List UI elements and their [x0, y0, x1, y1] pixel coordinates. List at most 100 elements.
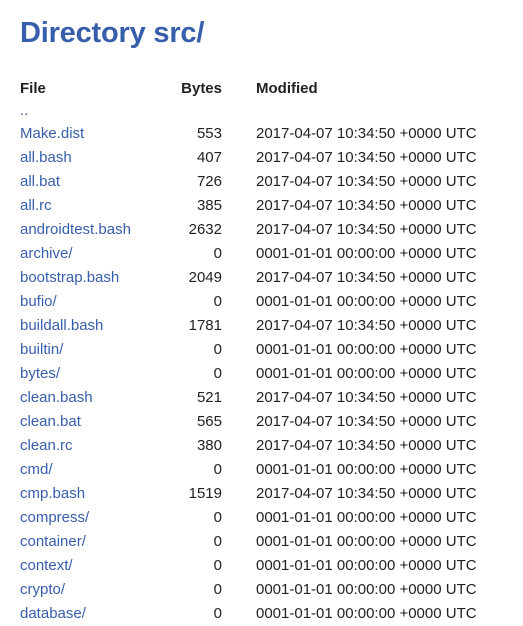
parent-cell: ..	[20, 100, 165, 122]
table-row: bootstrap.bash 2049 2017-04-07 10:34:50 +0…	[20, 266, 506, 290]
modified-time-cell: 2017-04-07 10:34:50 +0000 UTC	[256, 149, 477, 166]
spacer-cell	[222, 458, 256, 482]
page-title: Directory src/	[20, 17, 205, 49]
table-row: container/0 0001-01-01 00:00:00 +0000 UTC	[20, 530, 506, 554]
column-header-bytes: Bytes	[181, 80, 222, 97]
file-size-cell: 521	[196, 389, 222, 406]
file-link[interactable]: androidtest.bash	[20, 221, 131, 238]
table-row: all.bash 407 2017-04-07 10:34:50 +0000 UTC	[20, 146, 506, 170]
modified-time-cell: 0001-01-01 00:00:00 +0000 UTC	[256, 581, 477, 598]
file-link[interactable]: bootstrap.bash	[20, 269, 119, 286]
file-name-cell: all.bat	[20, 170, 165, 194]
modified-time-cell: 0001-01-01 00:00:00 +0000 UTC	[256, 365, 477, 382]
spacer-cell	[222, 506, 256, 530]
modified-time-cell: 2017-04-07 10:34:50 +0000 UTC	[256, 317, 477, 334]
file-name-cell: compress/	[20, 506, 165, 530]
spacer-cell	[222, 290, 256, 314]
file-name-cell: bufio/	[20, 290, 165, 314]
file-name-cell: cmp.bash	[20, 482, 165, 506]
spacer-cell	[222, 578, 256, 602]
spacer-cell	[222, 338, 256, 362]
spacer-cell	[222, 122, 256, 146]
parent-directory-link[interactable]: ..	[20, 102, 28, 119]
file-listing-table: File Bytes Modified .. Make.dist 553 2017-…	[20, 78, 506, 626]
modified-time-cell: 0001-01-01 00:00:00 +0000 UTC	[256, 245, 477, 262]
table-row: bufio/0 0001-01-01 00:00:00 +0000 UTC	[20, 290, 506, 314]
modified-time-cell: 0001-01-01 00:00:00 +0000 UTC	[256, 557, 477, 574]
file-size-cell: 0	[213, 533, 222, 550]
modified-time-cell: 2017-04-07 10:34:50 +0000 UTC	[256, 485, 477, 502]
file-link[interactable]: clean.bash	[20, 389, 93, 406]
file-name-cell: container/	[20, 530, 165, 554]
empty-cell	[165, 100, 222, 122]
file-size-cell: 0	[213, 509, 222, 526]
file-size-cell: 0	[213, 557, 222, 574]
modified-time-cell: 2017-04-07 10:34:50 +0000 UTC	[256, 221, 477, 238]
file-listing-body: .. Make.dist 553 2017-04-07 10:34:50 +0000…	[20, 100, 506, 626]
file-name-cell: all.rc	[20, 194, 165, 218]
file-name-cell: Make.dist	[20, 122, 165, 146]
spacer-cell	[222, 314, 256, 338]
file-link[interactable]: cmp.bash	[20, 485, 85, 502]
file-link[interactable]: buildall.bash	[20, 317, 103, 334]
spacer-cell	[222, 434, 256, 458]
file-name-cell: cmd/	[20, 458, 165, 482]
file-link[interactable]: all.bat	[20, 173, 60, 190]
file-name-cell: all.bash	[20, 146, 165, 170]
spacer-cell	[222, 362, 256, 386]
table-row: bytes/0 0001-01-01 00:00:00 +0000 UTC	[20, 362, 506, 386]
file-link[interactable]: context/	[20, 557, 73, 574]
table-row: all.bat 726 2017-04-07 10:34:50 +0000 UTC	[20, 170, 506, 194]
file-name-cell: bootstrap.bash	[20, 266, 165, 290]
file-size-cell: 565	[196, 413, 222, 430]
table-row: clean.rc 380 2017-04-07 10:34:50 +0000 UTC	[20, 434, 506, 458]
file-size-cell: 0	[213, 605, 222, 622]
table-row: androidtest.bash 2632 2017-04-07 10:34:50 …	[20, 218, 506, 242]
spacer-cell	[222, 146, 256, 170]
modified-time-cell: 0001-01-01 00:00:00 +0000 UTC	[256, 293, 477, 310]
table-row: all.rc 385 2017-04-07 10:34:50 +0000 UTC	[20, 194, 506, 218]
file-link[interactable]: all.rc	[20, 197, 52, 214]
spacer-cell	[222, 218, 256, 242]
column-header-file: File	[20, 80, 46, 97]
table-row: buildall.bash 1781 2017-04-07 10:34:50 +00…	[20, 314, 506, 338]
file-size-cell: 2632	[188, 221, 222, 238]
file-link[interactable]: Make.dist	[20, 125, 84, 142]
file-size-cell: 0	[213, 293, 222, 310]
modified-time-cell: 2017-04-07 10:34:50 +0000 UTC	[256, 125, 477, 142]
modified-time-cell: 2017-04-07 10:34:50 +0000 UTC	[256, 437, 477, 454]
file-name-cell: androidtest.bash	[20, 218, 165, 242]
file-link[interactable]: builtin/	[20, 341, 63, 358]
spacer-cell	[222, 530, 256, 554]
table-row: Make.dist 553 2017-04-07 10:34:50 +0000 UT…	[20, 122, 506, 146]
file-link[interactable]: all.bash	[20, 149, 72, 166]
file-link[interactable]: clean.bat	[20, 413, 81, 430]
spacer-cell	[222, 410, 256, 434]
file-size-cell: 385	[196, 197, 222, 214]
column-spacer	[222, 78, 256, 100]
file-name-cell: crypto/	[20, 578, 165, 602]
empty-cell	[222, 100, 256, 122]
table-row: cmd/0 0001-01-01 00:00:00 +0000 UTC	[20, 458, 506, 482]
file-link[interactable]: bufio/	[20, 293, 57, 310]
file-name-cell: database/	[20, 602, 165, 626]
file-size-cell: 0	[213, 461, 222, 478]
file-size-cell: 726	[196, 173, 222, 190]
file-link[interactable]: crypto/	[20, 581, 65, 598]
file-link[interactable]: container/	[20, 533, 86, 550]
table-row: clean.bash 521 2017-04-07 10:34:50 +0000 U…	[20, 386, 506, 410]
file-name-cell: buildall.bash	[20, 314, 165, 338]
file-name-cell: clean.bat	[20, 410, 165, 434]
file-link[interactable]: compress/	[20, 509, 89, 526]
file-link[interactable]: database/	[20, 605, 86, 622]
file-link[interactable]: cmd/	[20, 461, 53, 478]
modified-time-cell: 0001-01-01 00:00:00 +0000 UTC	[256, 605, 477, 622]
modified-time-cell: 2017-04-07 10:34:50 +0000 UTC	[256, 413, 477, 430]
modified-time-cell: 2017-04-07 10:34:50 +0000 UTC	[256, 197, 477, 214]
file-link[interactable]: bytes/	[20, 365, 60, 382]
file-name-cell: clean.bash	[20, 386, 165, 410]
file-link[interactable]: archive/	[20, 245, 73, 262]
spacer-cell	[222, 170, 256, 194]
file-link[interactable]: clean.rc	[20, 437, 73, 454]
modified-time-cell: 2017-04-07 10:34:50 +0000 UTC	[256, 269, 477, 286]
